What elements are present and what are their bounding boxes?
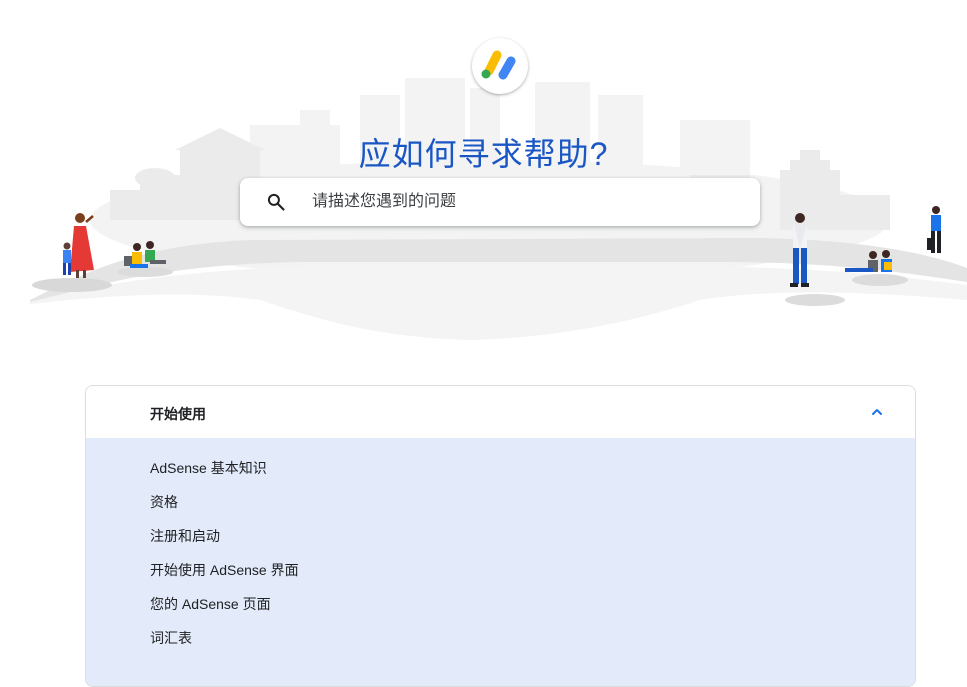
adsense-logo-icon bbox=[481, 50, 516, 80]
search-box[interactable] bbox=[240, 178, 760, 226]
accordion-getting-started: 开始使用 AdSense 基本知识 资格 注册和启动 开始使用 AdSense … bbox=[85, 385, 916, 687]
accordion-body: AdSense 基本知识 资格 注册和启动 开始使用 AdSense 界面 您的… bbox=[86, 438, 915, 686]
accordion-header[interactable]: 开始使用 bbox=[86, 386, 915, 438]
list-item-signup[interactable]: 注册和启动 bbox=[150, 521, 915, 555]
accordion-title: 开始使用 bbox=[150, 406, 206, 422]
list-item-interface[interactable]: 开始使用 AdSense 界面 bbox=[150, 555, 915, 589]
list-item-eligibility[interactable]: 资格 bbox=[150, 487, 915, 521]
search-icon[interactable] bbox=[266, 192, 286, 212]
list-item-glossary[interactable]: 词汇表 bbox=[150, 623, 915, 657]
list-item-your-pages[interactable]: 您的 AdSense 页面 bbox=[150, 589, 915, 623]
chevron-up-icon[interactable] bbox=[870, 405, 884, 419]
search-input[interactable] bbox=[312, 178, 742, 226]
list-item-adsense-basics[interactable]: AdSense 基本知识 bbox=[150, 453, 915, 487]
adsense-logo bbox=[472, 38, 528, 94]
page-title: 应如何寻求帮助? bbox=[358, 136, 609, 173]
